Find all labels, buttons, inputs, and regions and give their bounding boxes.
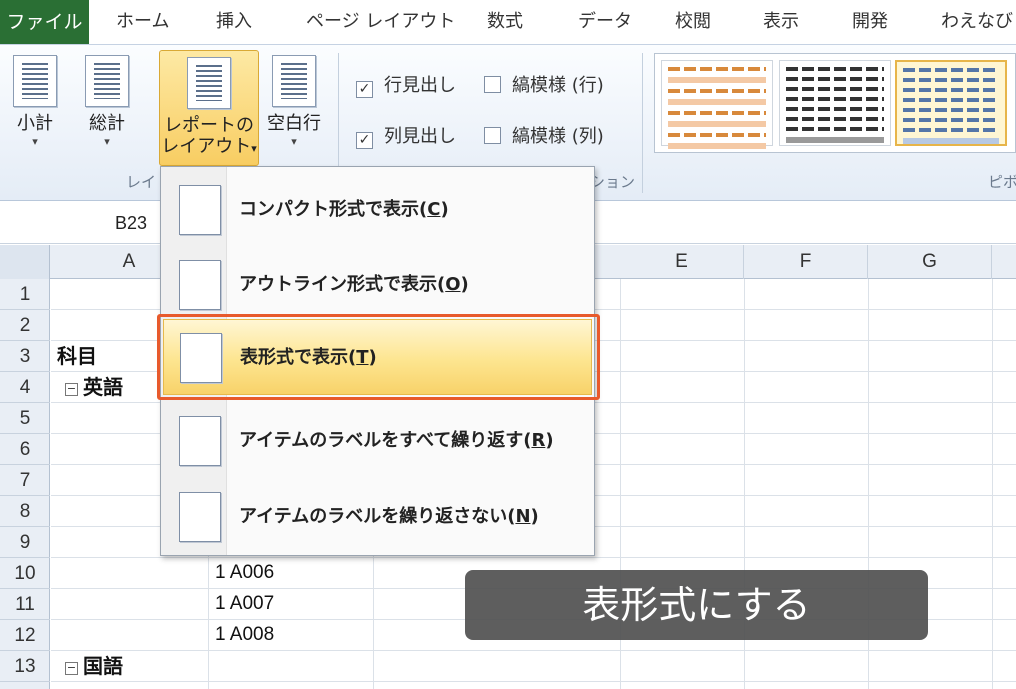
cell-a13[interactable]: − 国語	[65, 651, 123, 681]
checkbox-checked-icon: ✓	[356, 81, 373, 98]
row-header[interactable]: 11	[0, 589, 50, 620]
row-header[interactable]: 3	[0, 341, 50, 372]
pivot-styles-gallery	[654, 53, 1016, 153]
repeat-labels-icon	[179, 416, 221, 466]
blank-rows-button[interactable]: 空白行 ▾	[263, 55, 325, 149]
grand-totals-icon	[85, 55, 129, 107]
tab-insert[interactable]: 挿入	[216, 0, 252, 44]
row-header[interactable]: 10	[0, 558, 50, 589]
tab-home[interactable]: ホーム	[116, 0, 169, 44]
pivot-style-swatch[interactable]	[661, 60, 773, 149]
report-layout-label-1: レポートの	[164, 115, 254, 136]
column-header-f[interactable]: F	[744, 245, 868, 279]
tab-developer[interactable]: 開発	[852, 0, 888, 44]
checkbox-unchecked-icon	[484, 76, 501, 93]
tab-formulas[interactable]: 数式	[487, 0, 523, 44]
row-headers-label: 行見出し	[384, 75, 456, 96]
report-layout-icon	[187, 57, 231, 109]
banded-rows-label: 縞模様 (行)	[512, 75, 604, 96]
row-headers-checkbox[interactable]: ✓ 行見出し	[356, 71, 456, 98]
pivot-style-swatch[interactable]	[779, 60, 891, 146]
checkbox-unchecked-icon	[484, 127, 501, 144]
row-header[interactable]: 9	[0, 527, 50, 558]
row-header[interactable]: 7	[0, 465, 50, 496]
menu-item-label: アウトライン形式で表示(	[239, 274, 446, 295]
access-key: N	[515, 506, 531, 527]
column-header-e[interactable]: E	[620, 245, 744, 279]
menu-item-no-repeat-labels[interactable]: アイテムのラベルを繰り返さない(N)	[163, 479, 592, 555]
access-key: O	[445, 274, 461, 295]
row-header[interactable]: 4	[0, 372, 50, 403]
group-label-layout: レイ	[126, 173, 157, 191]
cell-a3[interactable]: 科目	[57, 341, 97, 371]
tab-extra[interactable]: わえなび	[941, 0, 1013, 44]
tab-review[interactable]: 校閲	[675, 0, 711, 44]
group-label-style-options: ション	[590, 173, 636, 191]
cell-a4-label: 英語	[83, 375, 123, 399]
grand-totals-label: 総計	[89, 113, 125, 134]
row-header[interactable]: 6	[0, 434, 50, 465]
chevron-down-icon: ▾	[104, 135, 110, 148]
column-headers-checkbox[interactable]: ✓ 列見出し	[356, 122, 456, 149]
cell-b10[interactable]: 1 A006	[215, 558, 274, 588]
cell-b11[interactable]: 1 A007	[215, 589, 274, 619]
banded-columns-label: 縞模様 (列)	[512, 126, 604, 147]
menu-item-label: アイテムのラベルをすべて繰り返す(	[239, 430, 532, 451]
tab-file[interactable]: ファイル	[0, 0, 89, 44]
menu-item-repeat-labels[interactable]: アイテムのラベルをすべて繰り返す(R)	[163, 403, 592, 479]
menu-item-label: アイテムのラベルを繰り返さない(	[239, 506, 516, 527]
menu-item-label: コンパクト形式で表示(	[239, 199, 428, 220]
group-label-styles: ピボ	[988, 173, 1016, 191]
cell-a4[interactable]: − 英語	[65, 372, 123, 402]
banded-rows-checkbox[interactable]: 縞模様 (行)	[484, 71, 604, 97]
subtotals-icon	[13, 55, 57, 107]
ribbon-tab-bar: ファイル ホーム 挿入 ページ レイアウト 数式 データ 校閲 表示 開発 わえ…	[0, 0, 1016, 44]
pivot-style-swatch-selected[interactable]	[895, 60, 1007, 146]
highlight-frame	[157, 314, 600, 400]
row-header[interactable]: 12	[0, 620, 50, 651]
row-header[interactable]: 13	[0, 651, 50, 682]
cell-b12[interactable]: 1 A008	[215, 620, 274, 650]
grand-totals-button[interactable]: 総計 ▾	[80, 55, 134, 149]
select-all-corner[interactable]	[0, 245, 50, 279]
blank-rows-icon	[272, 55, 316, 107]
cell-a13-label: 国語	[83, 654, 123, 678]
compact-form-icon	[179, 185, 221, 235]
chevron-down-icon: ▾	[251, 142, 257, 155]
menu-item-outline-form[interactable]: アウトライン形式で表示(O)	[163, 247, 592, 323]
checkbox-checked-icon: ✓	[356, 132, 373, 149]
menu-item-compact-form[interactable]: コンパクト形式で表示(C)	[163, 172, 592, 248]
outline-form-icon	[179, 260, 221, 310]
report-layout-button[interactable]: レポートの レイアウト▾	[159, 50, 259, 166]
tab-page-layout[interactable]: ページ レイアウト	[306, 0, 455, 44]
subtotals-label: 小計	[17, 113, 53, 134]
row-header[interactable]: 5	[0, 403, 50, 434]
subtotals-button[interactable]: 小計 ▾	[10, 55, 60, 149]
row-headers: 1 2 3 4 5 6 7 8 9 10 11 12 13	[0, 279, 50, 689]
chevron-down-icon: ▾	[32, 135, 38, 148]
collapse-icon[interactable]: −	[65, 662, 78, 675]
collapse-icon[interactable]: −	[65, 383, 78, 396]
no-repeat-labels-icon	[179, 492, 221, 542]
access-key: R	[531, 430, 546, 451]
ribbon-separator	[642, 53, 643, 193]
tab-data[interactable]: データ	[578, 0, 632, 44]
access-key: C	[427, 199, 441, 220]
row-header[interactable]: 1	[0, 279, 50, 310]
row-header[interactable]: 8	[0, 496, 50, 527]
row-header[interactable]: 2	[0, 310, 50, 341]
tab-view[interactable]: 表示	[763, 0, 799, 44]
caption-overlay: 表形式にする	[465, 570, 928, 640]
chevron-down-icon: ▾	[291, 135, 297, 148]
column-headers-label: 列見出し	[384, 126, 456, 147]
blank-rows-label: 空白行	[267, 113, 321, 134]
report-layout-label-2: レイアウト	[161, 136, 252, 157]
column-header-g[interactable]: G	[868, 245, 992, 279]
banded-columns-checkbox[interactable]: 縞模様 (列)	[484, 122, 604, 148]
